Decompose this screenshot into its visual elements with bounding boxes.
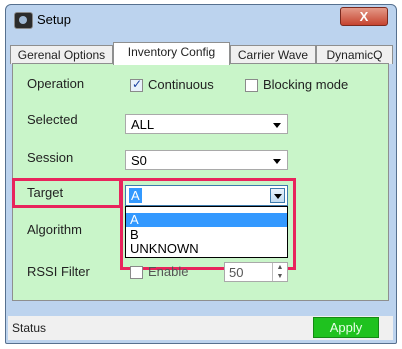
rssi-filter-label: RSSI Filter: [27, 264, 90, 279]
continuous-checkbox[interactable]: [130, 77, 143, 92]
tab-dynamicq[interactable]: DynamicQ: [316, 45, 393, 64]
selected-value: ALL: [131, 117, 155, 132]
chevron-down-icon: [273, 123, 281, 128]
session-value: S0: [131, 153, 147, 168]
operation-label: Operation: [27, 76, 85, 91]
rssi-filter-stepper[interactable]: 50 ▲ ▼: [224, 262, 288, 282]
status-bar: Status Apply: [8, 316, 393, 340]
window-title: Setup: [37, 12, 71, 27]
selected-dropdown[interactable]: ALL: [125, 114, 288, 134]
session-label: Session: [27, 150, 74, 165]
blocking-mode-checkbox[interactable]: [245, 79, 258, 92]
algorithm-label: Algorithm: [27, 222, 82, 237]
title-bar: Setup X: [6, 5, 396, 35]
tab-inventory-config[interactable]: Inventory Config: [113, 42, 230, 65]
selected-label: Selected: [27, 112, 78, 127]
app-icon: [14, 12, 33, 29]
tab-strip: Gerenal Options Inventory Config Carrier…: [10, 42, 393, 65]
blocking-mode-label: Blocking mode: [263, 77, 349, 92]
rssi-enable-label: Enable: [148, 264, 189, 279]
chevron-down-icon: [273, 159, 281, 164]
tab-carrier-wave[interactable]: Carrier Wave: [230, 45, 316, 64]
target-label: Target: [27, 185, 64, 200]
tab-general-options[interactable]: Gerenal Options: [10, 45, 113, 64]
rssi-filter-value: 50: [229, 265, 244, 280]
target-dropdown-highlight: [120, 178, 296, 270]
status-text: Status: [12, 321, 47, 335]
stepper-arrows-icon[interactable]: ▲ ▼: [272, 263, 287, 281]
session-dropdown[interactable]: S0: [125, 150, 288, 170]
close-button[interactable]: X: [340, 7, 388, 26]
continuous-label: Continuous: [148, 77, 214, 92]
apply-button[interactable]: Apply: [313, 317, 379, 338]
rssi-enable-checkbox[interactable]: [130, 266, 143, 279]
